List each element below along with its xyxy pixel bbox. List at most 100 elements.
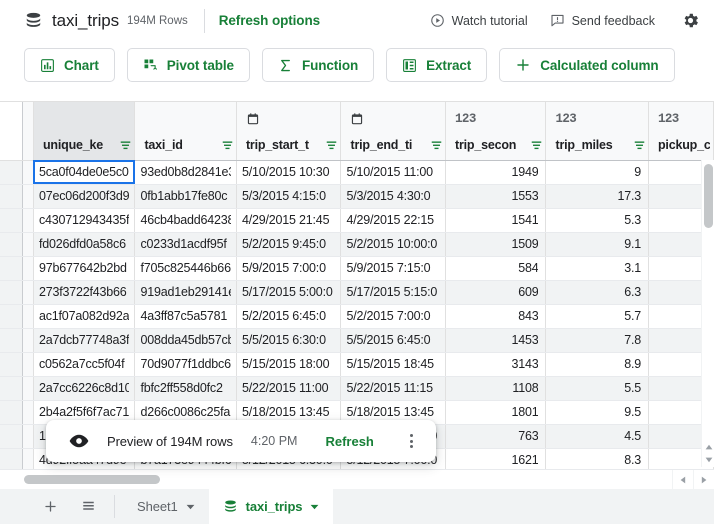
grid-cell[interactable]: 4a3ff87c5a5781 (135, 304, 236, 328)
grid-cell[interactable]: 93ed0b8d2841e3 (135, 160, 236, 184)
horizontal-scrollbar-track[interactable] (0, 470, 672, 490)
grid-cell[interactable]: 843 (446, 304, 546, 328)
grid-cell[interactable]: 5/2/2015 7:00:0 (341, 304, 446, 328)
grid-cell[interactable]: 5/2/2015 9:45:0 (236, 232, 341, 256)
more-vertical-icon[interactable] (400, 427, 422, 455)
sheet-tab-taxi-trips[interactable]: taxi_trips (209, 489, 334, 524)
grid-cell[interactable]: 5ca0f04de0e5c0 (33, 160, 134, 184)
filter-icon[interactable] (120, 140, 131, 151)
grid-cell[interactable]: 5.7 (546, 304, 649, 328)
filter-icon[interactable] (326, 140, 337, 151)
grid-cell[interactable]: 5/10/2015 10:30 (236, 160, 341, 184)
vertical-scrollbar[interactable] (701, 160, 714, 467)
row-number-cell[interactable] (0, 160, 22, 184)
grid-cell[interactable]: 1509 (446, 232, 546, 256)
column-header-pickup_c[interactable]: 123pickup_c (648, 102, 713, 160)
row-number-cell[interactable] (0, 400, 22, 424)
table-row[interactable]: ac1f07a082d92a4a3ff87c5a57815/2/2015 6:4… (0, 304, 714, 328)
grid-cell[interactable]: 97b677642b2bd (33, 256, 134, 280)
grid-cell[interactable]: 008dda45db57cb (135, 328, 236, 352)
grid-cell[interactable]: 4.5 (546, 424, 649, 448)
filter-icon[interactable] (634, 140, 645, 151)
grid-corner-cell[interactable] (0, 102, 22, 160)
grid-cell[interactable]: 584 (446, 256, 546, 280)
grid-cell[interactable]: 273f3722f43b66 (33, 280, 134, 304)
grid-cell[interactable]: 70d9077f1ddbc6 (135, 352, 236, 376)
grid-cell[interactable]: 17.3 (546, 184, 649, 208)
gear-icon[interactable] (681, 11, 700, 30)
vertical-scrollbar-thumb[interactable] (704, 164, 713, 228)
grid-cell[interactable]: 5/3/2015 4:15:0 (236, 184, 341, 208)
chevron-down-icon[interactable] (310, 504, 319, 510)
grid-cell[interactable]: 5/22/2015 11:15 (341, 376, 446, 400)
table-row[interactable]: 273f3722f43b66919ad1eb29141e 5/17/2015 5:… (0, 280, 714, 304)
grid-cell[interactable]: 5/10/2015 11:00 (341, 160, 446, 184)
grid-cell[interactable]: 7.8 (546, 328, 649, 352)
table-row[interactable]: c0562a7cc5f04f70d9077f1ddbc65/15/2015 18… (0, 352, 714, 376)
column-header-unique_ke[interactable]: unique_ke (33, 102, 134, 160)
grid-cell[interactable]: 609 (446, 280, 546, 304)
row-number-cell[interactable] (0, 304, 22, 328)
function-button[interactable]: Function (262, 48, 374, 82)
all-sheets-button[interactable] (76, 495, 100, 519)
grid-cell[interactable]: 46cb4badd64238 (135, 208, 236, 232)
column-header-trip_miles[interactable]: 123trip_miles (546, 102, 649, 160)
column-header-trip_end_ti[interactable]: trip_end_ti (341, 102, 446, 160)
row-number-cell[interactable] (0, 328, 22, 352)
grid-cell[interactable]: 5.5 (546, 376, 649, 400)
grid-cell[interactable]: 5/3/2015 4:30:0 (341, 184, 446, 208)
grid-cell[interactable]: 3.1 (546, 256, 649, 280)
grid-cell[interactable]: ac1f07a082d92a (33, 304, 134, 328)
grid-cell[interactable]: 763 (446, 424, 546, 448)
grid-cell[interactable]: 5/5/2015 6:30:0 (236, 328, 341, 352)
grid-cell[interactable]: 5.3 (546, 208, 649, 232)
grid-cell[interactable]: 5/9/2015 7:15:0 (341, 256, 446, 280)
grid-cell[interactable]: 5/17/2015 5:15:0 (341, 280, 446, 304)
grid-cell[interactable]: 9.5 (546, 400, 649, 424)
table-row[interactable]: c430712943435f46cb4badd642384/29/2015 21… (0, 208, 714, 232)
horizontal-scrollbar-thumb[interactable] (24, 475, 160, 484)
watch-tutorial-button[interactable]: Watch tutorial (430, 13, 528, 28)
extract-button[interactable]: Extract (386, 48, 487, 82)
grid-cell[interactable]: c430712943435f (33, 208, 134, 232)
grid-cell[interactable]: 6.3 (546, 280, 649, 304)
row-number-cell[interactable] (0, 256, 22, 280)
grid-cell[interactable]: 4/29/2015 22:15 (341, 208, 446, 232)
grid-cell[interactable]: 5/15/2015 18:00 (236, 352, 341, 376)
scroll-up-arrow-icon[interactable] (702, 440, 714, 453)
row-number-cell[interactable] (0, 208, 22, 232)
grid-cell[interactable]: 5/22/2015 11:00 (236, 376, 341, 400)
table-row[interactable]: 2a7cc6226c8d10fbfc2ff558d0fc25/22/2015 1… (0, 376, 714, 400)
grid-cell[interactable]: 5/15/2015 18:45 (341, 352, 446, 376)
row-number-cell[interactable] (0, 280, 22, 304)
row-number-cell[interactable] (0, 232, 22, 256)
row-number-cell[interactable] (0, 184, 22, 208)
grid-cell[interactable]: 8.9 (546, 352, 649, 376)
row-number-cell[interactable] (0, 352, 22, 376)
column-header-trip_start_t[interactable]: trip_start_t (236, 102, 341, 160)
horizontal-scrollbar[interactable] (0, 469, 714, 489)
table-row[interactable]: 07ec06d200f3d90fb1abb17fe80c5/3/2015 4:1… (0, 184, 714, 208)
scroll-down-arrow-icon[interactable] (702, 453, 714, 466)
refresh-options-button[interactable]: Refresh options (219, 13, 320, 28)
toast-refresh-button[interactable]: Refresh (325, 434, 373, 449)
add-sheet-button[interactable] (38, 495, 62, 519)
grid-cell[interactable]: c0233d1acdf95f (135, 232, 236, 256)
grid-cell[interactable]: fd026dfd0a58c6 (33, 232, 134, 256)
grid-cell[interactable]: 9 (546, 160, 649, 184)
grid-cell[interactable]: 0fb1abb17fe80c (135, 184, 236, 208)
grid-cell[interactable]: 1801 (446, 400, 546, 424)
grid-cell[interactable]: f705c825446b66 (135, 256, 236, 280)
table-row[interactable]: fd026dfd0a58c6c0233d1acdf95f5/2/2015 9:4… (0, 232, 714, 256)
table-row[interactable]: 2a7dcb77748a3f008dda45db57cb5/5/2015 6:3… (0, 328, 714, 352)
sheet-tab-sheet1[interactable]: Sheet1 (123, 489, 209, 524)
grid-cell[interactable]: 5/2/2015 10:00:0 (341, 232, 446, 256)
chart-button[interactable]: Chart (24, 48, 115, 82)
grid-cell[interactable]: 919ad1eb29141e (135, 280, 236, 304)
filter-icon[interactable] (431, 140, 442, 151)
grid-cell[interactable]: 1949 (446, 160, 546, 184)
send-feedback-button[interactable]: Send feedback (550, 13, 655, 28)
chevron-down-icon[interactable] (186, 504, 195, 510)
column-header-taxi_id[interactable]: taxi_id (135, 102, 236, 160)
grid-cell[interactable]: 07ec06d200f3d9 (33, 184, 134, 208)
